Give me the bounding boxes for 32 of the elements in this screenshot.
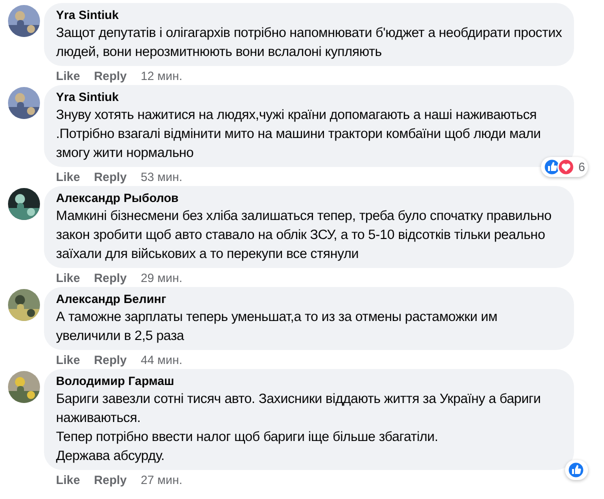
author-name[interactable]: Yra Sintiuk	[56, 90, 119, 105]
timestamp[interactable]: 27 мин.	[140, 472, 182, 488]
timestamp[interactable]: 29 мин.	[140, 270, 182, 286]
action-link[interactable]: Like	[56, 169, 80, 185]
comment-text: Знуву хотять нажитися на людях,чужі країни допомагають а наші наживаються .Потрібно взагалі відмінити мито на машини трактори комбаїни щоб люди мали змогу жити нормально	[56, 106, 542, 162]
action-link[interactable]: Like	[56, 68, 80, 84]
author-name[interactable]: Yra Sintiuk	[56, 8, 119, 23]
author-name[interactable]: Александр Белинг	[56, 292, 166, 307]
author-name[interactable]: Александр Рыболов	[56, 191, 179, 206]
action-link[interactable]: Like	[56, 352, 80, 368]
thumbs-up-icon	[567, 461, 585, 479]
action-link[interactable]: Reply	[94, 472, 127, 488]
timestamp[interactable]: 53 мин.	[140, 169, 182, 185]
comment-text: Мамкині бізнесмени без хліба залишаться тепер, треба було спочатку правильно закон зробити щоб авто ставало на облік ЗСУ, а то 5-10 відсотків тільки реально заїхали для військових а то перекупи все стянули	[56, 207, 552, 263]
action-link[interactable]: Reply	[94, 270, 127, 286]
timestamp[interactable]: 12 мин.	[140, 68, 182, 84]
action-link[interactable]: Like	[56, 270, 80, 286]
action-link[interactable]: Reply	[94, 68, 127, 84]
action-link[interactable]: Reply	[94, 169, 127, 185]
reaction-badge[interactable]	[565, 460, 588, 480]
timestamp[interactable]: 44 мин.	[140, 352, 182, 368]
action-link[interactable]: Like	[56, 472, 80, 488]
comment-text: Тепер потрібно ввести налог щоб бариги іще більше збагатіли.	[56, 428, 438, 446]
reaction-badge[interactable]: 6	[541, 157, 588, 177]
comment-text: Бариги завезли сотні тисяч авто. Захисники віддають життя за Україну а бариги наживаються.	[56, 390, 542, 427]
comment-text: А таможне зарплаты теперь уменьшат,а то из за отмены растаможки им увеличили в 2,5 раза	[56, 308, 498, 345]
comment-text: Держава абсурду.	[56, 447, 164, 465]
reaction-count: 6	[578, 159, 585, 175]
action-link[interactable]: Reply	[94, 352, 127, 368]
comment-text: Защот депутатів і олігагархів потрібно напомнювати б'юджет а необдирати простих людей, вони нерозмитнюють вони вслалоні купляють	[56, 24, 562, 61]
thumbs-up-icon	[543, 158, 562, 176]
author-name[interactable]: Володимир Гармаш	[56, 374, 174, 389]
